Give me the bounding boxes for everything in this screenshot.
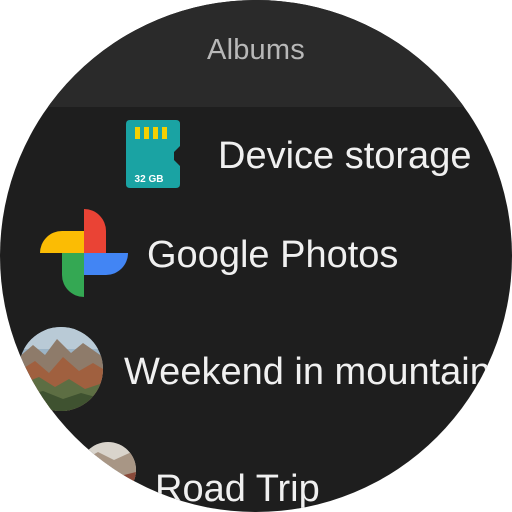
watch-screen: Albums 32 GB Device storage Google Photo… xyxy=(0,0,512,512)
list-item-device-storage[interactable]: 32 GB Device storage xyxy=(0,118,512,188)
page-title: Albums xyxy=(207,34,305,66)
road-trip-thumbnail xyxy=(80,442,136,498)
album-label-device-storage: Device storage xyxy=(218,135,472,177)
mountain-thumbnail xyxy=(19,327,103,411)
google-photos-icon xyxy=(40,209,128,297)
list-item-google-photos[interactable]: Google Photos xyxy=(0,208,512,297)
header: Albums xyxy=(0,0,512,107)
list-item-road-trip[interactable]: Road Trip xyxy=(0,440,512,512)
sd-card-capacity: 32 GB xyxy=(135,174,164,185)
album-label-road-trip: Road Trip xyxy=(155,468,320,510)
album-label-weekend-in-mountain: Weekend in mountain xyxy=(124,351,491,393)
sd-card-icon: 32 GB xyxy=(126,120,180,188)
album-label-google-photos: Google Photos xyxy=(147,234,399,276)
list-item-weekend-in-mountain[interactable]: Weekend in mountain xyxy=(0,325,512,415)
